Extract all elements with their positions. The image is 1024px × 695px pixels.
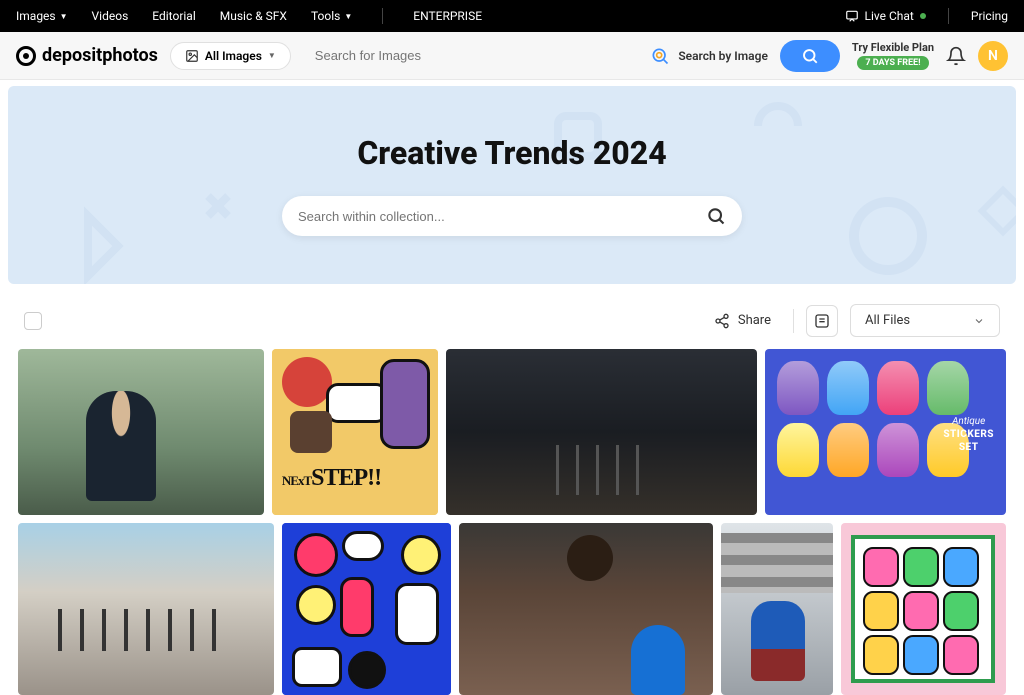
status-dot-icon	[920, 13, 926, 19]
share-button[interactable]: Share	[704, 307, 781, 335]
chevron-down-icon	[973, 315, 985, 327]
nav-pricing-label: Pricing	[971, 9, 1008, 23]
file-filter-dropdown[interactable]: All Files	[850, 304, 1000, 337]
nav-music-label: Music & SFX	[220, 9, 287, 23]
search-icon	[801, 47, 819, 65]
gallery-row	[18, 523, 1006, 695]
logo-icon	[16, 46, 36, 66]
search-icon[interactable]	[706, 206, 726, 226]
top-nav-left: Images ▼ Videos Editorial Music & SFX Too…	[16, 8, 482, 24]
select-all-checkbox[interactable]	[24, 312, 42, 330]
user-avatar[interactable]: N	[978, 41, 1008, 71]
hero-banner: Creative Trends 2024	[8, 86, 1016, 284]
search-by-image-label: Search by Image	[678, 49, 768, 63]
search-by-image-button[interactable]: Search by Image	[650, 46, 768, 66]
nav-images-label: Images	[16, 9, 56, 23]
nav-editorial[interactable]: Editorial	[152, 9, 195, 23]
search-header: depositphotos All Images ▼ Search by Ima…	[0, 32, 1024, 80]
gallery-tile[interactable]	[459, 523, 713, 695]
nav-tools-label: Tools	[311, 9, 340, 23]
share-icon	[714, 313, 730, 329]
caret-down-icon: ▼	[60, 12, 68, 21]
gallery-tile[interactable]	[18, 523, 274, 695]
divider	[793, 309, 794, 333]
doodle-artwork	[855, 539, 991, 679]
nav-pricing[interactable]: Pricing	[971, 9, 1008, 23]
doodle-artwork	[282, 523, 451, 695]
nav-videos[interactable]: Videos	[92, 9, 129, 23]
hero-search-wrapper	[282, 196, 742, 236]
gallery-toolbar: Share All Files	[0, 284, 1024, 349]
doodle-artwork: NExTSTEP!!	[272, 349, 439, 515]
live-chat-button[interactable]: Live Chat	[845, 9, 926, 23]
nav-images[interactable]: Images ▼	[16, 9, 68, 23]
gallery-tile[interactable]	[18, 349, 264, 515]
logo-text: depositphotos	[42, 45, 158, 66]
gallery-tile[interactable]	[721, 523, 833, 695]
live-chat-label: Live Chat	[865, 9, 914, 23]
hero-search-input[interactable]	[298, 209, 706, 224]
nav-editorial-label: Editorial	[152, 9, 195, 23]
all-images-dropdown[interactable]: All Images ▼	[170, 42, 291, 70]
gallery-tile[interactable]	[841, 523, 1006, 695]
hero-background-shapes	[8, 86, 1016, 284]
gallery-tile[interactable]: AntiqueSTICKERSSET	[765, 349, 1006, 515]
flexible-plan-cta[interactable]: Try Flexible Plan 7 DAYS FREE!	[852, 41, 934, 70]
doodle-text: STEP!!	[311, 465, 381, 491]
caret-down-icon: ▼	[344, 12, 352, 21]
avatar-letter: N	[988, 48, 998, 64]
hero-title: Creative Trends 2024	[357, 134, 666, 172]
share-label: Share	[738, 313, 771, 328]
gallery: NExTSTEP!! AntiqueSTICKERSSET	[0, 349, 1024, 695]
search-input[interactable]	[315, 48, 627, 63]
nav-enterprise[interactable]: ENTERPRISE	[413, 9, 482, 23]
divider	[382, 8, 383, 24]
doodle-text: NExT	[282, 473, 311, 488]
top-nav-right: Live Chat Pricing	[845, 8, 1008, 24]
flex-plan-badge: 7 DAYS FREE!	[857, 56, 928, 70]
camera-icon	[650, 46, 670, 66]
flex-plan-title: Try Flexible Plan	[852, 41, 934, 54]
gallery-row: NExTSTEP!! AntiqueSTICKERSSET	[18, 349, 1006, 515]
gallery-tile[interactable]: NExTSTEP!!	[272, 349, 439, 515]
gallery-tile[interactable]	[282, 523, 451, 695]
search-input-wrapper	[303, 48, 639, 63]
nav-enterprise-label: ENTERPRISE	[413, 9, 482, 23]
nav-music[interactable]: Music & SFX	[220, 9, 287, 23]
nav-tools[interactable]: Tools ▼	[311, 9, 352, 23]
top-nav: Images ▼ Videos Editorial Music & SFX Too…	[0, 0, 1024, 32]
nav-videos-label: Videos	[92, 9, 129, 23]
notifications-button[interactable]	[946, 46, 966, 66]
caret-down-icon: ▼	[268, 51, 276, 60]
gallery-tile[interactable]	[446, 349, 756, 515]
divider	[948, 8, 949, 24]
logo[interactable]: depositphotos	[16, 45, 158, 66]
file-filter-label: All Files	[865, 313, 910, 328]
embed-button[interactable]	[806, 305, 838, 337]
embed-icon	[814, 313, 830, 329]
chat-icon	[845, 9, 859, 23]
all-images-label: All Images	[205, 49, 262, 63]
image-type-icon	[185, 49, 199, 63]
search-button[interactable]	[780, 40, 840, 72]
stickers-label: AntiqueSTICKERSSET	[943, 415, 994, 454]
